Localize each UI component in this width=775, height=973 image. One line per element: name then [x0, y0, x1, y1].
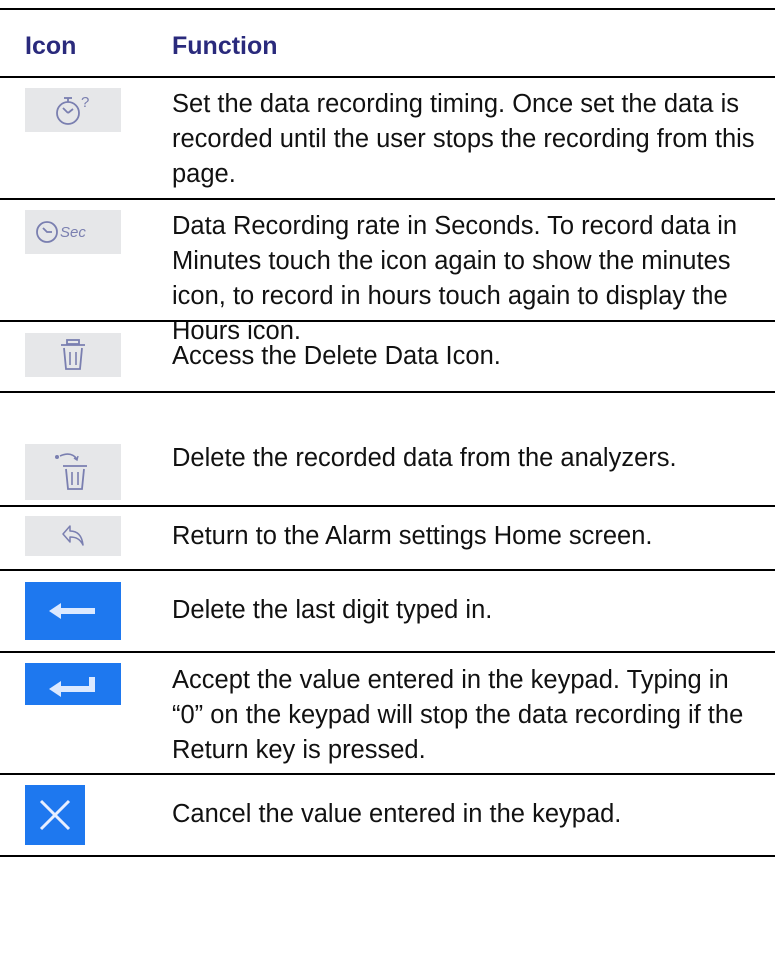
- table-row: ? Set the data recording timing. Once se…: [0, 76, 775, 198]
- row-function-text: Access the Delete Data Icon.: [172, 342, 501, 370]
- table-row: Access the Delete Data Icon.: [0, 320, 775, 391]
- row-function-text: Cancel the value entered in the keypad.: [172, 800, 622, 828]
- trash-delete-icon: [25, 444, 121, 500]
- table-row: Return to the Alarm settings Home screen…: [0, 505, 775, 569]
- timer-question-icon: ?: [25, 88, 121, 132]
- row-function-text: Return to the Alarm settings Home screen…: [172, 522, 653, 550]
- table-row: Delete the last digit typed in.: [0, 569, 775, 651]
- table-row: Sec Data Recording rate in Seconds. To r…: [0, 198, 775, 345]
- trash-icon: [25, 333, 121, 377]
- icon-function-table: Icon Function ? Set the data recording t…: [0, 8, 775, 857]
- row-function-text: Accept the value entered in the keypad. …: [172, 666, 744, 764]
- row-function-text: Delete the recorded data from the analyz…: [172, 444, 677, 472]
- table-row: Cancel the value entered in the keypad.: [0, 773, 775, 857]
- row-function-text: Set the data recording timing. Once set …: [172, 90, 755, 188]
- icon-column-header: Icon: [25, 32, 77, 60]
- table-row: Accept the value entered in the keypad. …: [0, 651, 775, 773]
- svg-text:?: ?: [81, 94, 89, 111]
- row-function-text: Delete the last digit typed in.: [172, 596, 493, 624]
- sec-label: Sec: [60, 224, 86, 241]
- clock-seconds-icon: Sec: [25, 210, 121, 254]
- return-arrow-icon: [25, 516, 121, 556]
- table-header-row: Icon Function: [0, 8, 775, 76]
- backspace-arrow-icon: [25, 582, 121, 640]
- function-column-header: Function: [172, 32, 278, 60]
- enter-key-icon: [25, 663, 121, 705]
- table-row: Delete the recorded data from the analyz…: [0, 391, 775, 505]
- cancel-x-icon: [25, 785, 85, 845]
